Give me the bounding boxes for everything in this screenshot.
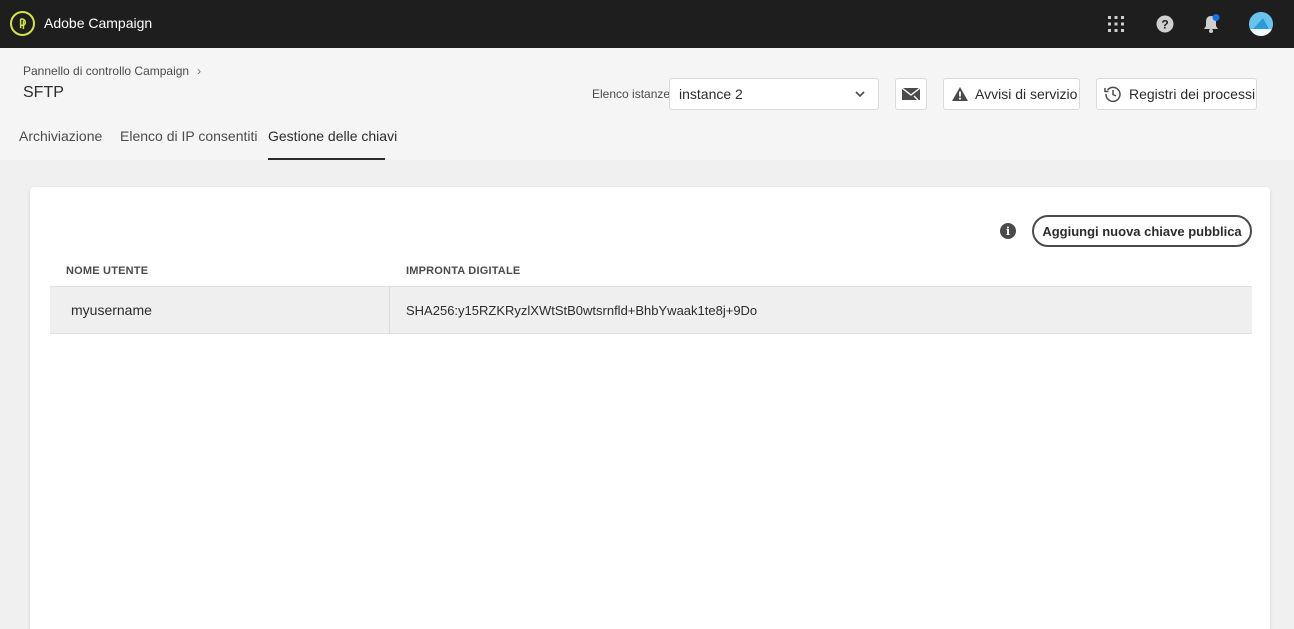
info-icon[interactable]: i: [1000, 223, 1016, 239]
svg-text:?: ?: [1161, 18, 1168, 32]
table-row[interactable]: myusername SHA256:y15RZKRyzlXWtStB0wtsrn…: [50, 286, 1252, 334]
history-clock-icon: [1104, 86, 1121, 103]
fingerprint-cell: SHA256:y15RZKRyzlXWtStB0wtsrnfld+BhbYwaa…: [406, 303, 758, 318]
instance-list-label: Elenco istanze: [592, 87, 671, 101]
instance-select[interactable]: instance 2: [669, 78, 879, 110]
process-logs-label: Registri dei processi: [1129, 86, 1256, 102]
chevron-down-icon: [855, 91, 865, 98]
tab-allowed-ip-list[interactable]: Elenco di IP consentiti: [120, 128, 258, 144]
notifications-bell-icon[interactable]: [1199, 12, 1223, 36]
email-settings-button[interactable]: [895, 78, 927, 110]
service-alerts-button[interactable]: Avvisi di servizio: [943, 78, 1080, 110]
add-public-key-button[interactable]: Aggiungi nuova chiave pubblica: [1032, 215, 1252, 247]
process-logs-button[interactable]: Registri dei processi: [1096, 78, 1257, 110]
tab-key-management[interactable]: Gestione delle chiavi: [268, 128, 397, 144]
key-management-card: i Aggiungi nuova chiave pubblica NOME UT…: [30, 187, 1270, 629]
tab-archiviazione[interactable]: Archiviazione: [19, 128, 102, 144]
adobe-campaign-logo-icon[interactable]: [10, 11, 35, 36]
help-icon[interactable]: ?: [1153, 12, 1177, 36]
column-divider: [389, 287, 390, 334]
chevron-right-icon: ›: [197, 64, 202, 78]
service-alerts-label: Avvisi di servizio: [975, 86, 1078, 102]
instance-select-value: instance 2: [679, 86, 743, 102]
breadcrumb-link[interactable]: Pannello di controllo Campaign: [23, 64, 189, 78]
app-title[interactable]: Adobe Campaign: [44, 15, 152, 31]
envelope-icon: [901, 87, 921, 101]
column-header-username: NOME UTENTE: [66, 265, 149, 277]
alert-triangle-icon: [952, 87, 968, 101]
apps-grid-icon[interactable]: [1104, 12, 1128, 36]
breadcrumb[interactable]: Pannello di controllo Campaign ›: [23, 64, 201, 78]
page-title: SFTP: [23, 84, 64, 101]
column-header-fingerprint: IMPRONTA DIGITALE: [406, 265, 521, 277]
active-tab-indicator: [268, 158, 385, 160]
page-header: Pannello di controllo Campaign › SFTP El…: [0, 48, 1294, 160]
logo-glyph-icon: [19, 18, 27, 30]
username-cell: myusername: [71, 302, 152, 318]
user-avatar[interactable]: [1249, 12, 1273, 36]
top-bar: Adobe Campaign ?: [0, 0, 1294, 48]
